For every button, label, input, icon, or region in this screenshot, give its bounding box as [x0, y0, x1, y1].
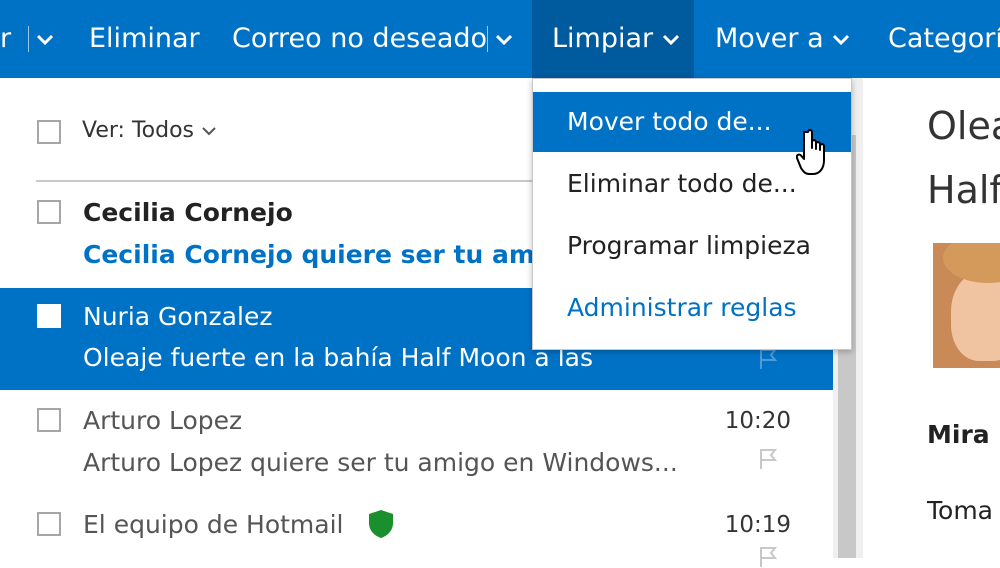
reading-title: Olea	[927, 104, 1000, 148]
chevron-down-icon	[202, 127, 216, 136]
row-checkbox[interactable]	[37, 200, 61, 224]
junk-button[interactable]: Correo no deseado	[232, 0, 487, 78]
message-sender: Arturo Lopez	[83, 406, 243, 435]
toolbar-cut-label: r	[0, 23, 12, 54]
message-time: 10:20	[724, 408, 791, 434]
delete-button[interactable]: Eliminar	[89, 0, 200, 78]
toolbar-separator	[487, 26, 488, 52]
reading-pane: Olea Half Mira Toma	[863, 78, 1000, 558]
move-to-button[interactable]: Mover a	[715, 0, 850, 78]
chevron-down-icon[interactable]	[36, 0, 54, 78]
message-subject: Arturo Lopez quiere ser tu amigo en Wind…	[83, 448, 678, 477]
chevron-down-icon	[662, 23, 680, 54]
flag-icon[interactable]	[759, 348, 777, 370]
row-checkbox[interactable]	[37, 304, 61, 328]
junk-label: Correo no deseado	[232, 23, 488, 54]
select-all-checkbox[interactable]	[37, 120, 61, 144]
sweep-label: Limpiar	[552, 23, 654, 54]
row-checkbox[interactable]	[37, 408, 61, 432]
message-time: 10:19	[724, 512, 791, 538]
reading-body-line-2: Toma	[927, 496, 993, 525]
sweep-dropdown-menu: Mover todo de... Eliminar todo de... Pro…	[532, 78, 852, 350]
categories-button[interactable]: Categorí	[888, 0, 1000, 78]
toolbar-separator	[28, 26, 29, 52]
list-item[interactable]: El equipo de Hotmail 10:19	[0, 496, 833, 567]
command-toolbar: r Eliminar Correo no deseado Limpiar Mov…	[0, 0, 1000, 78]
filter-label: Ver: Todos	[82, 118, 194, 143]
row-checkbox[interactable]	[37, 512, 61, 536]
menu-item-manage-rules[interactable]: Administrar reglas	[533, 278, 851, 338]
message-sender: Cecilia Cornejo	[83, 198, 293, 227]
flag-icon[interactable]	[759, 546, 777, 568]
message-sender: El equipo de Hotmail	[83, 510, 344, 539]
move-to-label: Mover a	[715, 23, 824, 54]
flag-icon[interactable]	[759, 448, 777, 470]
chevron-down-icon	[832, 23, 850, 54]
toolbar-item-cut[interactable]: r	[0, 0, 11, 78]
menu-item-schedule-cleanup[interactable]: Programar limpieza	[533, 216, 851, 276]
filter-dropdown[interactable]: Ver: Todos	[82, 118, 217, 143]
message-sender: Nuria Gonzalez	[83, 302, 273, 331]
shield-icon	[369, 510, 393, 538]
list-item[interactable]: Arturo Lopez 10:20 Arturo Lopez quiere s…	[0, 392, 833, 494]
sweep-button[interactable]: Limpiar	[532, 0, 694, 78]
message-subject: Oleaje fuerte en la bahía Half Moon a la…	[83, 343, 593, 372]
hand-cursor-icon	[796, 129, 825, 175]
delete-label: Eliminar	[89, 23, 200, 54]
reading-title-2: Half	[927, 168, 1000, 212]
message-subject: Cecilia Cornejo quiere ser tu amigo	[83, 240, 579, 269]
reading-body-line: Mira	[927, 420, 990, 449]
chevron-down-icon[interactable]	[495, 0, 513, 78]
avatar	[933, 243, 1000, 368]
categories-label: Categorí	[888, 23, 1000, 54]
